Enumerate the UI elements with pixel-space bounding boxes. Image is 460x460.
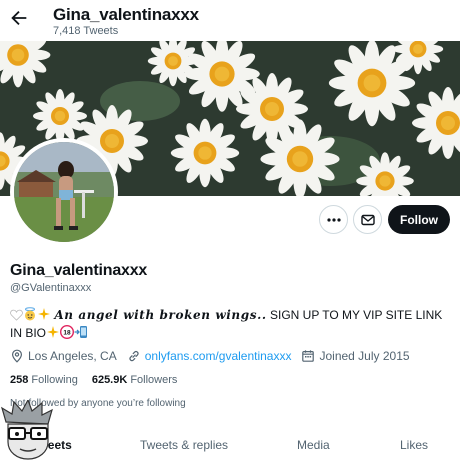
follow-button[interactable]: Follow	[388, 205, 450, 234]
back-button[interactable]	[8, 7, 30, 29]
following-count: 258	[10, 374, 29, 386]
location-text: Los Angeles, CA	[28, 349, 117, 363]
profile-tabs: Tweets Tweets & replies Media Likes	[0, 430, 460, 460]
header-display-name: Gina_valentinaxxx	[53, 5, 199, 24]
no-one-under-18-icon: 18	[60, 325, 75, 339]
badge-18-text: 18	[63, 330, 71, 337]
followers-label: Followers	[130, 374, 178, 386]
top-bar: Gina_valentinaxxx 7,418 Tweets	[0, 0, 460, 41]
sparkles-icon	[47, 326, 60, 338]
mobile-phone-arrow-icon	[74, 326, 88, 338]
arrow-left-icon	[11, 10, 27, 26]
profile-bio: An angel with broken wings.. SIGN UP TO …	[10, 306, 450, 342]
tab-likes[interactable]: Likes	[400, 438, 428, 452]
location-pin-icon	[11, 349, 23, 363]
profile-handle: @GValentinaxxx	[10, 282, 92, 294]
envelope-icon	[360, 214, 375, 225]
ellipsis-icon	[326, 217, 341, 222]
joined-text: Joined July 2015	[319, 349, 410, 363]
angel-emoji-icon	[25, 307, 35, 321]
link-icon	[129, 351, 139, 362]
bio-script-text: An angel with broken wings..	[54, 308, 267, 322]
more-options-button[interactable]	[319, 205, 348, 234]
follow-stats: 258 Following 625.9K Followers	[10, 374, 191, 386]
tab-media[interactable]: Media	[297, 438, 330, 452]
sparkles-icon	[38, 308, 50, 320]
profile-meta: Los Angeles, CA onlyfans.com/gvalentinax…	[10, 348, 420, 364]
calendar-icon	[302, 350, 315, 362]
website-item[interactable]: onlyfans.com/gvalentinaxxx	[127, 349, 292, 363]
cartoon-mascot-watermark	[0, 398, 56, 460]
message-button[interactable]	[353, 205, 382, 234]
website-link[interactable]: onlyfans.com/gvalentinaxxx	[145, 349, 292, 363]
location-item: Los Angeles, CA	[10, 349, 117, 363]
tab-tweets-replies[interactable]: Tweets & replies	[140, 438, 228, 452]
profile-display-name: Gina_valentinaxxx	[10, 262, 148, 279]
followers-stat[interactable]: 625.9K Followers	[92, 374, 178, 386]
avatar[interactable]	[10, 138, 118, 246]
joined-item: Joined July 2015	[301, 349, 410, 363]
following-label: Following	[31, 374, 78, 386]
followers-count: 625.9K	[91, 374, 128, 386]
following-stat[interactable]: 258 Following	[10, 374, 78, 386]
mascot-face-icon	[1, 398, 53, 460]
header-tweet-count: 7,418 Tweets	[53, 25, 119, 37]
avatar-photo	[14, 142, 114, 242]
white-heart-icon	[10, 309, 23, 321]
